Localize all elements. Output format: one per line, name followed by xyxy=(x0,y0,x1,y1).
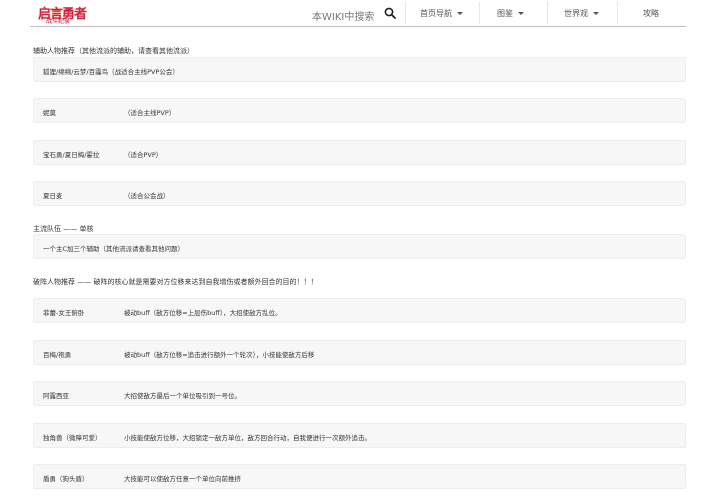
row-name: 独角兽（微障可爱） xyxy=(43,434,102,442)
row-name: 妮莫 xyxy=(43,109,56,117)
info-row: 狐狸/绵绵/云梦/百霾鸟（战适合主线PVP公会） xyxy=(33,57,686,82)
row-name: 宝石勇/夏日梅/霍拉 xyxy=(43,151,100,159)
site-logo[interactable]: 启言勇者 战斗纪录 xyxy=(38,3,87,25)
row-note: 被动buff（敌方位移=追击进行额外一个轮次），小技能使敌方后移 xyxy=(124,351,315,359)
nav-item-label: 首页导航 xyxy=(420,9,452,18)
section-title-team: 主流队伍 —— 单核 xyxy=(33,225,94,233)
info-row: 菲蕾-女王俯卧 被动buff（敌方位移=上层伤buff），大招使敌方乱位。 xyxy=(33,298,686,323)
row-note: 小技能使敌方位移，大招锁定一敌方单位，敌方回合行动，自我便进行一次额外追击。 xyxy=(124,434,371,442)
header-divider xyxy=(30,26,686,27)
top-navigation-bar: 启言勇者 战斗纪录 本WIKI中搜索 首页导航 图鉴 世界观 攻略 xyxy=(0,0,720,27)
row-note: 大招使敌方最后一个单位吸引到一号位。 xyxy=(124,392,241,400)
chevron-down-icon xyxy=(593,12,599,15)
section-title-breaker: 破阵人物推荐 —— 破阵的核心就是需要对方位移来达到自我增伤或者额外回合的目的！… xyxy=(33,278,318,286)
row-note: 大技能可以使敌方任意一个单位向前推挤 xyxy=(124,475,241,483)
info-row: 一个主C加三个辅助（其他流派请查看其他问题） xyxy=(33,234,686,259)
nav-divider xyxy=(479,2,480,24)
chevron-down-icon xyxy=(518,12,524,15)
row-name: 百梅/袍勇 xyxy=(43,351,72,359)
info-row: 妮莫 （适合主线PVP） xyxy=(33,98,686,123)
info-row: 盾勇（狗头盾） 大技能可以使敌方任意一个单位向前推挤 xyxy=(33,464,686,489)
nav-item-label: 攻略 xyxy=(643,9,659,18)
info-row: 独角兽（微障可爱） 小技能使敌方位移，大招锁定一敌方单位，敌方回合行动，自我便进… xyxy=(33,423,686,448)
nav-item-home-guide[interactable]: 首页导航 xyxy=(420,8,463,19)
info-row: 夏日麦 （适合公会战） xyxy=(33,181,686,206)
logo-subtitle: 战斗纪录 xyxy=(46,18,71,25)
row-name: 盾勇（狗头盾） xyxy=(43,475,89,483)
row-note: （适合公会战） xyxy=(124,192,170,200)
nav-divider xyxy=(617,2,618,24)
nav-divider xyxy=(405,2,406,24)
row-name: 夏日麦 xyxy=(43,192,63,200)
nav-item-strategy[interactable]: 攻略 xyxy=(643,8,659,19)
info-row: 百梅/袍勇 被动buff（敌方位移=追击进行额外一个轮次），小技能使敌方后移 xyxy=(33,340,686,365)
row-text: 一个主C加三个辅助（其他流派请查看其他问题） xyxy=(43,245,185,253)
search-input[interactable]: 本WIKI中搜索 xyxy=(312,8,374,23)
chevron-down-icon xyxy=(457,12,463,15)
nav-divider xyxy=(547,2,548,24)
row-note: （适合PVP） xyxy=(124,151,163,159)
nav-item-label: 图鉴 xyxy=(497,9,513,18)
row-name: 阿露西亚 xyxy=(43,392,69,400)
row-note: 被动buff（敌方位移=上层伤buff），大招使敌方乱位。 xyxy=(124,309,282,317)
info-row: 阿露西亚 大招使敌方最后一个单位吸引到一号位。 xyxy=(33,381,686,406)
nav-item-codex[interactable]: 图鉴 xyxy=(497,8,524,19)
info-row: 宝石勇/夏日梅/霍拉 （适合PVP） xyxy=(33,140,686,165)
row-name: 菲蕾-女王俯卧 xyxy=(43,309,85,317)
nav-item-worldview[interactable]: 世界观 xyxy=(564,8,599,19)
row-note: （适合主线PVP） xyxy=(124,109,176,117)
row-text: 狐狸/绵绵/云梦/百霾鸟（战适合主线PVP公会） xyxy=(43,68,179,76)
nav-item-label: 世界观 xyxy=(564,9,588,18)
section-title-support: 辅助人物推荐（其他流派的辅助，请查看其他流派） xyxy=(33,47,194,55)
search-icon[interactable] xyxy=(384,7,396,19)
